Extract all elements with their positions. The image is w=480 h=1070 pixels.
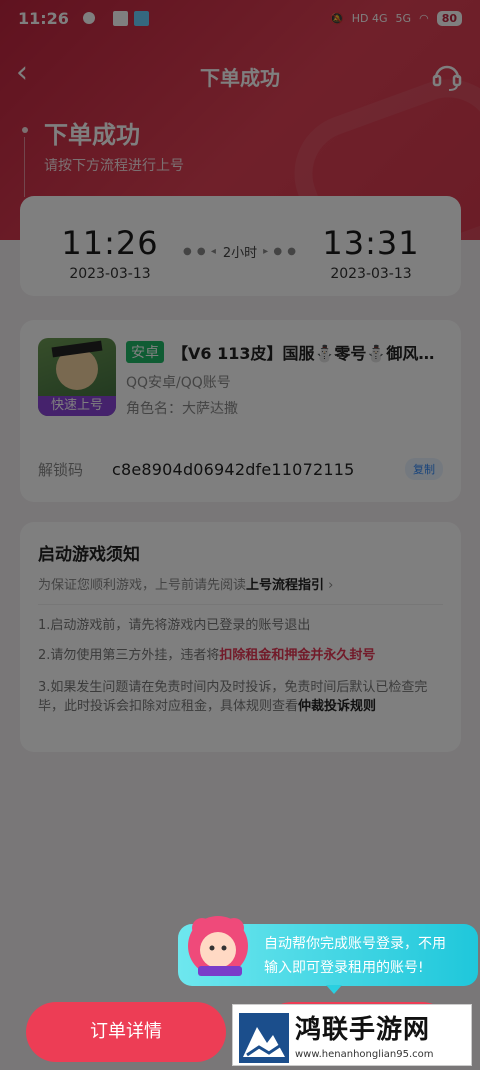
- order-detail-button[interactable]: 订单详情: [26, 1002, 226, 1062]
- tip-line-2: 输入即可登录租用的账号!: [264, 960, 424, 976]
- bubble-tail: [326, 985, 342, 994]
- watermark-url: www.henanhonglian95.com: [295, 1049, 434, 1060]
- watermark-logo-icon: [239, 1013, 289, 1063]
- lion-mascot-icon: [188, 916, 248, 976]
- watermark-title: 鸿联手游网: [295, 1015, 431, 1045]
- tip-line-1: 自动帮你完成账号登录，不用: [264, 936, 446, 952]
- site-watermark: 鸿联手游网 www.henanhonglian95.com: [232, 1004, 472, 1066]
